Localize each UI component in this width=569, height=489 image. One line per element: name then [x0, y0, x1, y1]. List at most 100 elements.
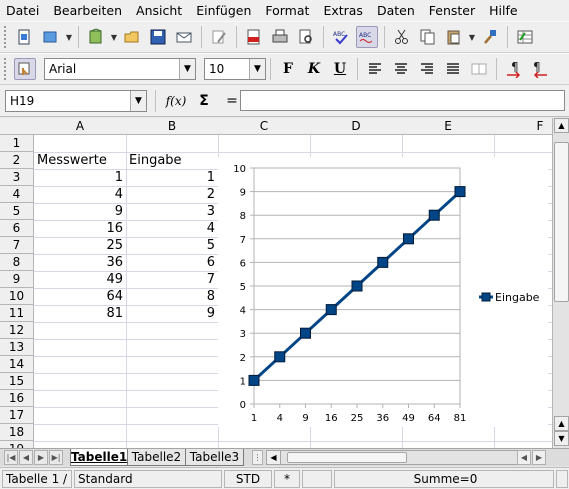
row-header[interactable]: 12 [0, 322, 34, 339]
tab-tabelle3[interactable]: Tabelle3 [186, 449, 244, 466]
row-header[interactable]: 2 [0, 152, 34, 169]
menu-format[interactable]: Format [265, 3, 309, 18]
cell-b7[interactable]: 5 [126, 237, 215, 254]
cell-a11[interactable]: 81 [34, 305, 123, 322]
cell-a10[interactable]: 64 [34, 288, 123, 305]
rtl-icon[interactable]: ¶ [529, 58, 551, 80]
menu-bearbeiten[interactable]: Bearbeiten [53, 3, 122, 18]
row-header[interactable]: 14 [0, 356, 34, 373]
cell-b2[interactable]: Eingabe [129, 152, 182, 169]
zoom-icon[interactable] [556, 470, 568, 488]
scroll-right-icon[interactable]: ▶ [532, 450, 546, 465]
autospell-icon[interactable]: ABC [356, 26, 378, 48]
cell-b3[interactable]: 1 [126, 169, 215, 186]
last-sheet-icon[interactable]: ▶| [49, 450, 63, 465]
menu-fenster[interactable]: Fenster [429, 3, 475, 18]
select-all-corner[interactable] [0, 118, 35, 135]
cell-b4[interactable]: 2 [126, 186, 215, 203]
status-selection-mode[interactable]: STD [224, 470, 272, 488]
bold-button[interactable]: F [277, 58, 299, 80]
cell-a3[interactable]: 1 [34, 169, 123, 186]
chevron-down-icon[interactable]: ▼ [179, 59, 195, 79]
column-header-f[interactable]: F [494, 118, 552, 135]
line-chart[interactable]: 0123456789101 4 9 16 25 36 49 64 81Eingabe [218, 157, 548, 427]
chevron-down-icon[interactable]: ▼ [130, 90, 146, 111]
menu-extras[interactable]: Extras [323, 3, 363, 18]
align-right-icon[interactable] [416, 58, 438, 80]
row-header[interactable]: 7 [0, 237, 34, 254]
column-header-b[interactable]: B [126, 118, 219, 135]
font-size-select[interactable]: 10 ▼ [204, 58, 266, 80]
new-doc-icon[interactable] [14, 26, 36, 48]
toolbar-grip[interactable] [4, 26, 8, 48]
scroll-up-icon[interactable]: ▲ [554, 118, 569, 133]
cell-a9[interactable]: 49 [34, 271, 123, 288]
scroll-thumb[interactable] [554, 142, 569, 302]
cell-a8[interactable]: 36 [34, 254, 123, 271]
ltr-icon[interactable]: ¶ [503, 58, 525, 80]
sidebar-icon[interactable] [514, 26, 536, 48]
row-header[interactable]: 15 [0, 373, 34, 390]
preview-icon[interactable] [295, 26, 317, 48]
h-scroll-thumb[interactable] [287, 452, 407, 463]
cell-a2[interactable]: Messwerte [37, 152, 107, 169]
toolbar-grip[interactable] [4, 58, 8, 80]
name-box[interactable]: H19 ▼ [5, 89, 147, 112]
cell-a6[interactable]: 16 [34, 220, 123, 237]
row-header[interactable]: 5 [0, 203, 34, 220]
cell-a7[interactable]: 25 [34, 237, 123, 254]
cell-b6[interactable]: 4 [126, 220, 215, 237]
cell-b8[interactable]: 6 [126, 254, 215, 271]
scroll-up-icon[interactable]: ▲ [554, 416, 569, 431]
cell-b5[interactable]: 3 [126, 203, 215, 220]
template-icon[interactable] [40, 26, 62, 48]
merge-cells-icon[interactable] [468, 58, 490, 80]
edit-icon[interactable] [208, 26, 230, 48]
row-header[interactable]: 17 [0, 407, 34, 424]
menu-datei[interactable]: Datei [6, 3, 39, 18]
cell-b9[interactable]: 7 [126, 271, 215, 288]
row-header[interactable]: 3 [0, 169, 34, 186]
status-page-style[interactable]: Standard [74, 470, 222, 488]
chevron-down-icon[interactable]: ▼ [249, 59, 265, 79]
save-icon[interactable] [147, 26, 169, 48]
styles-icon[interactable] [14, 58, 36, 80]
menu-daten[interactable]: Daten [377, 3, 415, 18]
row-header[interactable]: 4 [0, 186, 34, 203]
tab-tabelle2[interactable]: Tabelle2 [128, 449, 186, 466]
row-header[interactable]: 6 [0, 220, 34, 237]
next-sheet-icon[interactable]: ▶ [34, 450, 48, 465]
justify-icon[interactable] [442, 58, 464, 80]
copy-icon[interactable] [417, 26, 439, 48]
open-dropdown-icon[interactable]: ▼ [109, 26, 119, 48]
template-dropdown-icon[interactable]: ▼ [64, 26, 74, 48]
scroll-left-icon[interactable]: ◀ [266, 450, 281, 465]
row-header[interactable]: 18 [0, 424, 34, 441]
vertical-scrollbar[interactable]: ▲ ▲ ▼ [552, 118, 569, 448]
print-icon[interactable] [269, 26, 291, 48]
menu-hilfe[interactable]: Hilfe [489, 3, 517, 18]
row-header[interactable]: 1 [0, 135, 34, 152]
function-wizard-button[interactable]: f(x) [164, 90, 188, 112]
first-sheet-icon[interactable]: |◀ [4, 450, 18, 465]
underline-button[interactable]: U [329, 58, 351, 80]
tab-tabelle1[interactable]: Tabelle1 [70, 449, 128, 466]
row-header[interactable]: 9 [0, 271, 34, 288]
row-header[interactable]: 13 [0, 339, 34, 356]
paste-icon[interactable] [443, 26, 465, 48]
open-icon[interactable] [85, 26, 107, 48]
cell-b10[interactable]: 8 [126, 288, 215, 305]
menu-ansicht[interactable]: Ansicht [136, 3, 182, 18]
column-header-e[interactable]: E [402, 118, 495, 135]
tab-splitter-icon[interactable]: ⋮ [252, 450, 263, 465]
spellcheck-icon[interactable]: ABC [330, 26, 352, 48]
cut-icon[interactable] [391, 26, 413, 48]
row-header[interactable]: 11 [0, 305, 34, 322]
cell-b11[interactable]: 9 [126, 305, 215, 322]
font-name-select[interactable]: Arial ▼ [44, 58, 196, 80]
row-header[interactable]: 16 [0, 390, 34, 407]
scroll-left-icon[interactable]: ◀ [517, 450, 531, 465]
align-center-icon[interactable] [390, 58, 412, 80]
column-header-c[interactable]: C [218, 118, 311, 135]
pdf-icon[interactable] [243, 26, 265, 48]
